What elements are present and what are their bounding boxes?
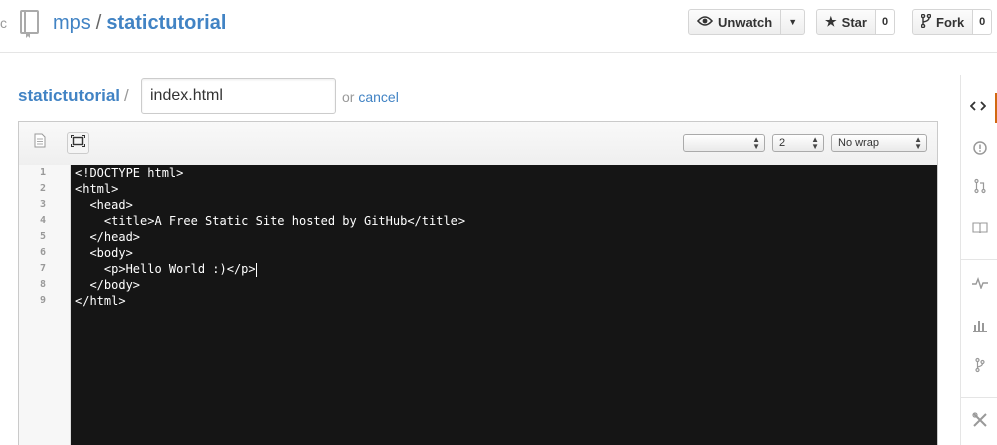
line-number: 8	[39, 279, 46, 290]
repo-title: mps / statictutorial	[53, 9, 226, 37]
sidebar-divider	[961, 259, 997, 260]
repo-title-separator: /	[95, 12, 102, 34]
sidebar-item-pull-requests[interactable]	[961, 173, 997, 203]
sidebar-item-issues[interactable]	[961, 135, 997, 165]
fork-icon	[920, 13, 932, 31]
sidebar-divider	[961, 397, 997, 398]
pulse-icon	[971, 276, 988, 294]
line-number: 9	[39, 295, 46, 306]
mode-select[interactable]: ▲ ▼	[683, 134, 765, 152]
or-cancel: or cancel	[342, 89, 399, 105]
line-number: 1	[39, 167, 46, 178]
truncated-text: c	[0, 15, 7, 31]
code-line[interactable]: </html>	[75, 293, 126, 309]
fullscreen-button[interactable]	[67, 132, 89, 154]
or-text: or	[342, 89, 355, 105]
document-icon	[34, 133, 46, 153]
sidebar-item-code[interactable]	[961, 93, 997, 123]
indent-size-select[interactable]: 2 ▲ ▼	[772, 134, 824, 152]
watch-group: Unwatch ▼	[688, 9, 806, 35]
cancel-link[interactable]: cancel	[358, 89, 398, 105]
wrap-mode-select[interactable]: No wrap ▲ ▼	[831, 134, 927, 152]
sidebar-item-pulse[interactable]	[961, 270, 997, 300]
repo-header: c mps / statictutorial Unwatch ▼ ★ Star 0	[0, 0, 997, 53]
star-count[interactable]: 0	[875, 9, 896, 35]
sidebar-item-settings[interactable]	[961, 407, 997, 437]
fork-label: Fork	[936, 14, 965, 30]
pull-requests-icon	[973, 178, 986, 199]
unwatch-button[interactable]: Unwatch	[688, 9, 782, 35]
code-area[interactable]: <!DOCTYPE html> <html> <head> <title>A F…	[71, 165, 937, 445]
chevron-down-icon: ▼	[788, 17, 798, 27]
wrap-mode-value: No wrap	[838, 137, 879, 149]
line-number-gutter: 1 2 3 4 5 6 7 8 9	[19, 165, 71, 445]
code-editor: ▲ ▼ 2 ▲ ▼ No wrap ▲ ▼ 1 2 3 4 5 6 7 8 9 <!D…	[18, 121, 938, 445]
wiki-icon	[971, 221, 988, 239]
repo-owner-link[interactable]: mps	[53, 12, 91, 34]
select-arrows-icon: ▲ ▼	[811, 135, 819, 151]
file-breadcrumb: statictutorial /	[18, 86, 133, 106]
line-number: 7	[39, 263, 46, 274]
select-arrows-icon: ▲ ▼	[752, 135, 760, 151]
line-number: 3	[39, 199, 46, 210]
repo-nav-sidebar	[960, 75, 997, 445]
fork-count[interactable]: 0	[973, 9, 993, 35]
repo-icon	[18, 9, 42, 39]
eye-icon	[696, 15, 714, 30]
sidebar-item-network[interactable]	[961, 352, 997, 382]
text-cursor	[255, 262, 257, 277]
star-label: Star	[841, 14, 867, 30]
issues-icon	[972, 140, 987, 160]
editor-toolbar: ▲ ▼ 2 ▲ ▼ No wrap ▲ ▼	[19, 122, 937, 166]
network-icon	[974, 357, 985, 378]
code-line[interactable]: <head>	[75, 197, 132, 213]
code-line[interactable]: <body>	[75, 245, 132, 261]
fork-group: Fork 0	[912, 9, 993, 35]
graphs-icon	[972, 318, 987, 337]
repo-name-link[interactable]: statictutorial	[106, 12, 226, 34]
line-number: 2	[39, 183, 46, 194]
code-line[interactable]: </body>	[75, 277, 140, 293]
star-button[interactable]: ★ Star	[816, 9, 876, 35]
fullscreen-icon	[71, 134, 85, 152]
fork-button[interactable]: Fork	[912, 9, 974, 35]
sidebar-item-graphs[interactable]	[961, 312, 997, 342]
code-icon	[969, 99, 987, 117]
select-arrows-icon: ▲ ▼	[914, 135, 922, 151]
settings-icon	[971, 411, 988, 433]
indent-size-value: 2	[779, 137, 786, 149]
line-number: 4	[39, 215, 46, 226]
breadcrumb-repo-link[interactable]: statictutorial	[18, 86, 120, 105]
sidebar-item-wiki[interactable]	[961, 215, 997, 245]
code-line[interactable]: <!DOCTYPE html>	[75, 165, 183, 181]
code-line[interactable]: <html>	[75, 181, 118, 197]
star-group: ★ Star 0	[816, 9, 896, 35]
filename-input[interactable]	[141, 78, 336, 114]
unwatch-label: Unwatch	[718, 14, 773, 30]
line-number: 5	[39, 231, 46, 242]
line-number: 6	[39, 247, 46, 258]
breadcrumb-slash: /	[124, 86, 129, 105]
code-line-with-cursor[interactable]: <p>Hello World :)</p>	[75, 261, 257, 277]
preview-toggle-button[interactable]	[29, 132, 51, 154]
watch-dropdown-button[interactable]: ▼	[781, 9, 806, 35]
code-line-text: <p>Hello World :)</p>	[75, 262, 256, 276]
code-line[interactable]: <title>A Free Static Site hosted by GitH…	[75, 213, 465, 229]
code-line[interactable]: </head>	[75, 229, 140, 245]
star-icon: ★	[825, 14, 837, 29]
